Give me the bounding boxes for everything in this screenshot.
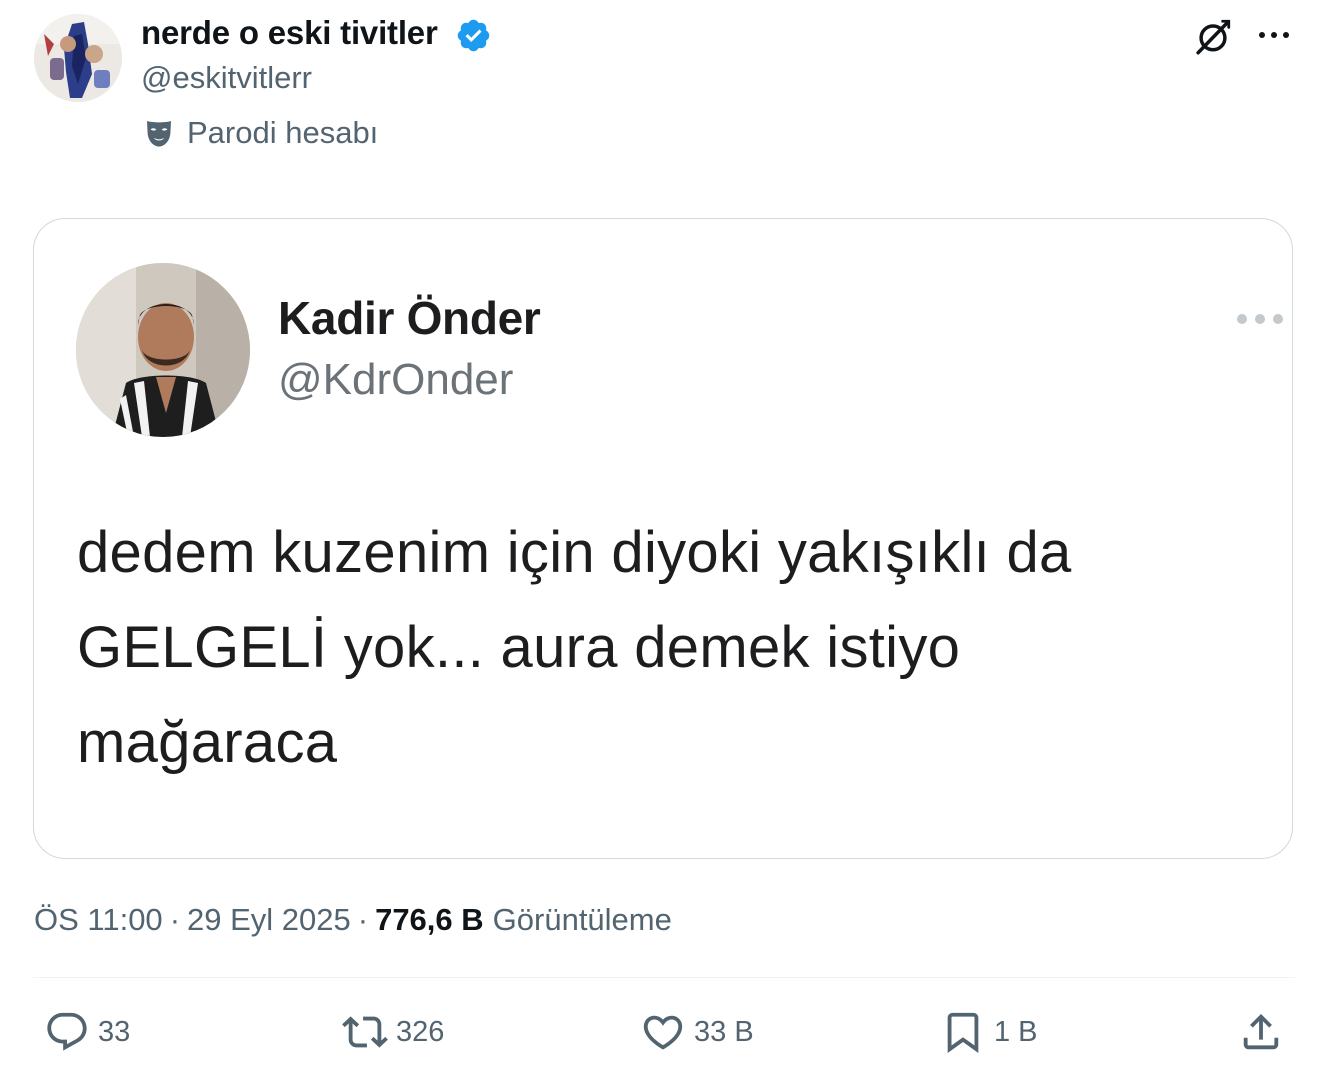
embedded-author-handle: @KdrOnder xyxy=(278,355,514,404)
bookmark-count: 1 B xyxy=(994,1015,1038,1048)
tweet-meta: ÖS 11:00 · 29 Eyl 2025 · 776,6 B Görüntü… xyxy=(34,898,672,942)
tweet-time[interactable]: ÖS 11:00 xyxy=(34,902,163,938)
like-count: 33 B xyxy=(694,1015,754,1048)
parody-label-text: Parodi hesabı xyxy=(187,115,379,150)
views-label: Görüntüleme xyxy=(492,902,672,937)
verified-badge-icon xyxy=(457,19,490,52)
author-handle[interactable]: @eskitvitlerr xyxy=(141,60,312,96)
retweet-count: 326 xyxy=(396,1015,445,1048)
theater-mask-icon xyxy=(147,121,171,147)
heart-icon xyxy=(643,1015,683,1050)
tweet-media-image[interactable]: Kadir Önder @KdrOnder dedem kuzenim için… xyxy=(33,218,1293,859)
embedded-tweet-text: dedem kuzenim için diyoki yakışıklı da G… xyxy=(77,505,1287,790)
author-display-name[interactable]: nerde o eski tivitler xyxy=(141,14,438,52)
embedded-text-line: GELGELİ yok... aura demek istiyo xyxy=(77,615,961,680)
embedded-more-icon xyxy=(1237,314,1283,324)
grok-icon[interactable] xyxy=(1192,16,1234,58)
embedded-avatar xyxy=(76,263,250,437)
retweet-icon xyxy=(342,1016,388,1048)
avatar-photo xyxy=(34,14,122,102)
embedded-avatar-photo xyxy=(76,263,250,437)
reply-count: 33 xyxy=(98,1015,131,1048)
share-button[interactable] xyxy=(1238,1006,1284,1058)
parody-label: Parodi hesabı xyxy=(141,113,378,153)
bookmark-icon xyxy=(947,1012,979,1053)
embedded-author-name: Kadir Önder xyxy=(278,292,541,344)
meta-separator: · xyxy=(169,902,181,937)
embedded-text-line: mağaraca xyxy=(77,710,338,775)
divider xyxy=(33,977,1295,978)
like-button[interactable]: 33 B xyxy=(640,1006,754,1058)
tweet-date[interactable]: 29 Eyl 2025 xyxy=(187,902,351,938)
share-icon xyxy=(1243,1013,1279,1050)
retweet-button[interactable]: 326 xyxy=(342,1006,444,1058)
embedded-text-line: dedem kuzenim için diyoki yakışıklı da xyxy=(77,520,1072,585)
more-options-icon[interactable] xyxy=(1254,22,1294,48)
reply-button[interactable]: 33 xyxy=(44,1006,130,1058)
author-avatar[interactable] xyxy=(34,14,122,102)
reply-icon xyxy=(47,1012,87,1051)
meta-separator: · xyxy=(357,902,369,937)
views-count[interactable]: 776,6 B xyxy=(375,902,484,938)
bookmark-button[interactable]: 1 B xyxy=(940,1006,1038,1058)
